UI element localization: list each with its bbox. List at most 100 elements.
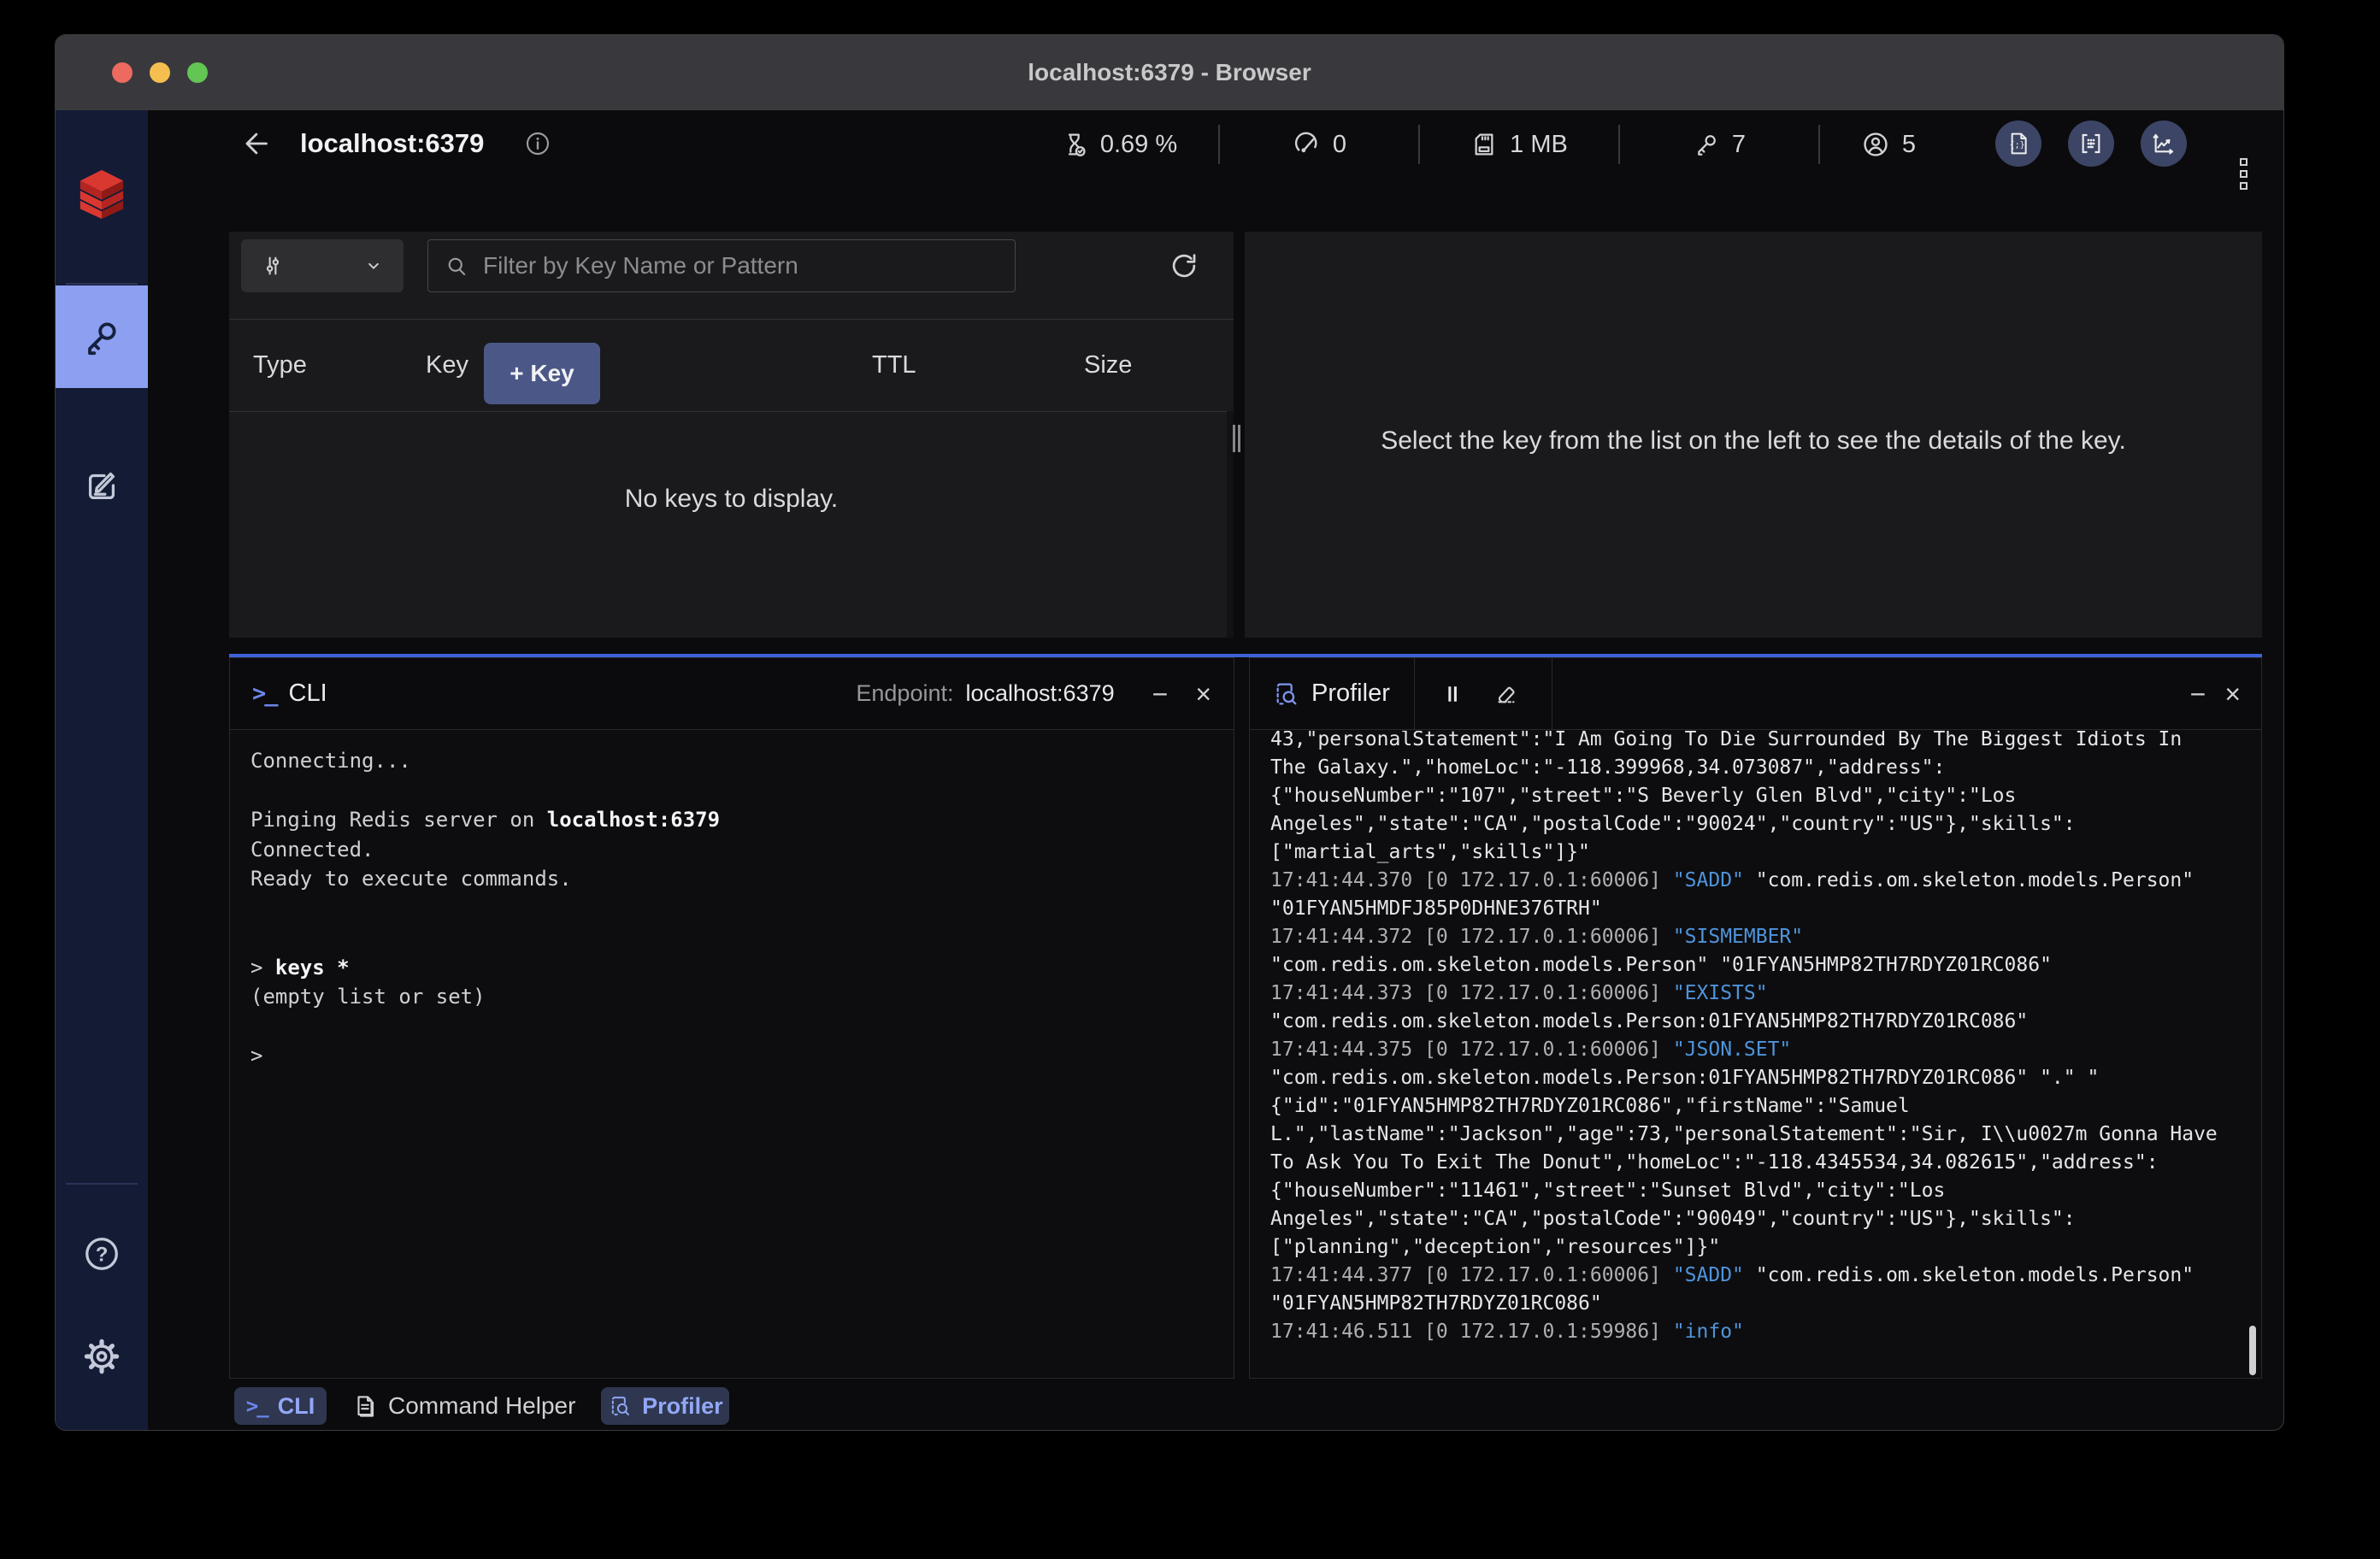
db-stats: 0.69 % 0 1 MB 7 <box>1020 110 1957 179</box>
window-title: localhost:6379 - Browser <box>56 35 2283 110</box>
stat-memory: 1 MB <box>1420 131 1618 159</box>
speedometer-icon <box>1292 130 1321 159</box>
profiler-close-button[interactable]: × <box>2224 680 2241 708</box>
log-line: L.","lastName":"Jackson","age":73,"perso… <box>1270 1121 2246 1149</box>
log-line: Angeles","state":"CA","postalCode":"9002… <box>1270 810 2246 838</box>
log-line: Connecting... <box>250 746 1213 776</box>
svg-text:{;}: {;} <box>2010 141 2025 150</box>
endpoint-value: localhost:6379 <box>965 680 1114 707</box>
search-input[interactable] <box>483 252 962 279</box>
bottom-tabbar: >_ CLI Command Helper Profiler <box>229 1385 2262 1427</box>
log-line: > keys * <box>250 953 1213 983</box>
select-key-message: Select the key from the list on the left… <box>1245 427 2262 456</box>
back-button[interactable] <box>239 126 273 161</box>
log-line: The Galaxy.","homeLoc":"-118.399968,34.0… <box>1270 754 2246 782</box>
log-line <box>250 776 1213 806</box>
log-line: 17:41:44.370 [0 172.17.0.1:60006] "SADD"… <box>1270 867 2246 895</box>
stat-clients-value: 5 <box>1902 131 1916 159</box>
chart-icon <box>2150 130 2177 157</box>
log-line: {"houseNumber":"11461","street":"Sunset … <box>1270 1177 2246 1205</box>
kebab-dot <box>2240 182 2247 190</box>
pause-icon[interactable] <box>1440 682 1464 706</box>
profiler-output[interactable]: 43,"personalStatement":"I Am Going To Di… <box>1250 731 2261 1378</box>
log-line: 17:41:46.511 [0 172.17.0.1:59986] "info" <box>1270 1318 2246 1346</box>
log-line: > <box>250 1041 1213 1071</box>
refresh-icon <box>1168 250 1200 282</box>
profiler-panel: Profiler − × 43,"personalStatement":"I A… <box>1249 657 2262 1379</box>
column-ttl[interactable]: TTL <box>872 319 916 411</box>
log-line: {"houseNumber":"107","street":"S Beverly… <box>1270 782 2246 810</box>
key-icon <box>81 316 122 357</box>
stat-keys: 7 <box>1620 131 1818 159</box>
profiler-minimize-button[interactable]: − <box>2190 680 2206 708</box>
refresh-keys-button[interactable] <box>1168 250 1200 282</box>
divider <box>66 283 138 285</box>
stat-cpu: 0.69 % <box>1020 131 1218 159</box>
panel-resize-handle[interactable] <box>1233 425 1243 452</box>
log-line: "01FYAN5HMP82TH7RDYZ01RC086" <box>1270 1290 2246 1318</box>
profiler-icon <box>1272 680 1299 708</box>
key-table-header: Type Key + Key TTL Size <box>229 319 1234 411</box>
log-line: ["planning","deception","resources"]}" <box>1270 1233 2246 1262</box>
column-type[interactable]: Type <box>253 319 307 411</box>
log-line: Angeles","state":"CA","postalCode":"9004… <box>1270 1205 2246 1233</box>
json-file-icon: {;} <box>2005 130 2032 157</box>
cli-header: >_ CLI Endpoint: localhost:6379 − × <box>230 658 1234 730</box>
resize-bar <box>1233 425 1235 452</box>
filter-sliders-icon <box>260 253 286 279</box>
log-line: 17:41:44.373 [0 172.17.0.1:60006] "EXIST… <box>1270 980 2246 1008</box>
edit-icon <box>82 467 121 506</box>
profiler-scrollbar[interactable] <box>2249 1326 2256 1375</box>
profiler-icon <box>608 1394 632 1418</box>
cli-prompt-icon: >_ <box>246 1394 268 1418</box>
log-line: 17:41:44.372 [0 172.17.0.1:60006] "SISME… <box>1270 923 2246 951</box>
column-key[interactable]: Key <box>426 319 468 411</box>
tab-command-helper[interactable]: Command Helper <box>352 1392 575 1420</box>
analytics-button[interactable] <box>2141 121 2187 167</box>
resize-bar <box>1238 425 1240 452</box>
sidebar-item-workbench[interactable] <box>56 439 148 533</box>
help-icon: ? <box>82 1234 121 1274</box>
cli-close-button[interactable]: × <box>1195 680 1211 708</box>
sidebar-item-settings[interactable] <box>56 1314 148 1399</box>
tab-cli[interactable]: >_ CLI <box>234 1387 327 1425</box>
log-line: "com.redis.om.skeleton.models.Person:01F… <box>1270 1008 2246 1036</box>
stat-cpu-value: 0.69 % <box>1100 131 1177 159</box>
column-size[interactable]: Size <box>1084 319 1132 411</box>
sidebar-item-browser[interactable] <box>56 285 148 388</box>
log-line: 43,"personalStatement":"I Am Going To Di… <box>1270 731 2246 754</box>
add-key-button[interactable]: + Key <box>484 343 600 404</box>
cli-output[interactable]: Connecting... Pinging Redis server on lo… <box>230 731 1234 1378</box>
hourglass-icon <box>1061 131 1088 158</box>
cli-panel: >_ CLI Endpoint: localhost:6379 − × Conn… <box>229 657 1234 1379</box>
log-line <box>250 1012 1213 1042</box>
log-line: Ready to execute commands. <box>250 864 1213 894</box>
key-type-filter-dropdown[interactable] <box>241 239 404 292</box>
titlebar: localhost:6379 - Browser <box>56 35 2283 110</box>
info-icon <box>524 130 551 157</box>
key-browser-panel: Type Key + Key TTL Size No keys to displ… <box>229 232 1234 638</box>
cli-minimize-button[interactable]: − <box>1152 680 1169 708</box>
profiler-title: Profiler <box>1311 679 1390 708</box>
chevron-down-icon <box>362 255 385 277</box>
stat-keys-value: 7 <box>1732 131 1746 159</box>
memory-card-icon <box>1470 131 1498 158</box>
log-line: "com.redis.om.skeleton.models.Person" "0… <box>1270 951 2246 980</box>
redis-logo-icon <box>75 167 128 220</box>
tab-profiler[interactable]: Profiler <box>601 1387 729 1425</box>
clear-eraser-icon[interactable] <box>1493 681 1519 707</box>
users-icon <box>1861 130 1890 159</box>
divider <box>229 411 1234 412</box>
overflow-menu-button[interactable] <box>2226 158 2260 192</box>
sidebar-item-help[interactable]: ? <box>56 1211 148 1297</box>
stat-clients: 5 <box>1820 130 1957 159</box>
json-file-button[interactable]: {;} <box>1995 121 2041 167</box>
log-line: 17:41:44.377 [0 172.17.0.1:60006] "SADD"… <box>1270 1262 2246 1290</box>
log-line: Pinging Redis server on localhost:6379 <box>250 805 1213 835</box>
log-line: "com.redis.om.skeleton.models.Person:01F… <box>1270 1064 2246 1092</box>
info-button[interactable] <box>524 130 551 157</box>
no-keys-message: No keys to display. <box>229 485 1234 514</box>
log-line: (empty list or set) <box>250 982 1213 1012</box>
keyboard-button[interactable] <box>2068 121 2114 167</box>
back-arrow-icon <box>239 126 273 161</box>
